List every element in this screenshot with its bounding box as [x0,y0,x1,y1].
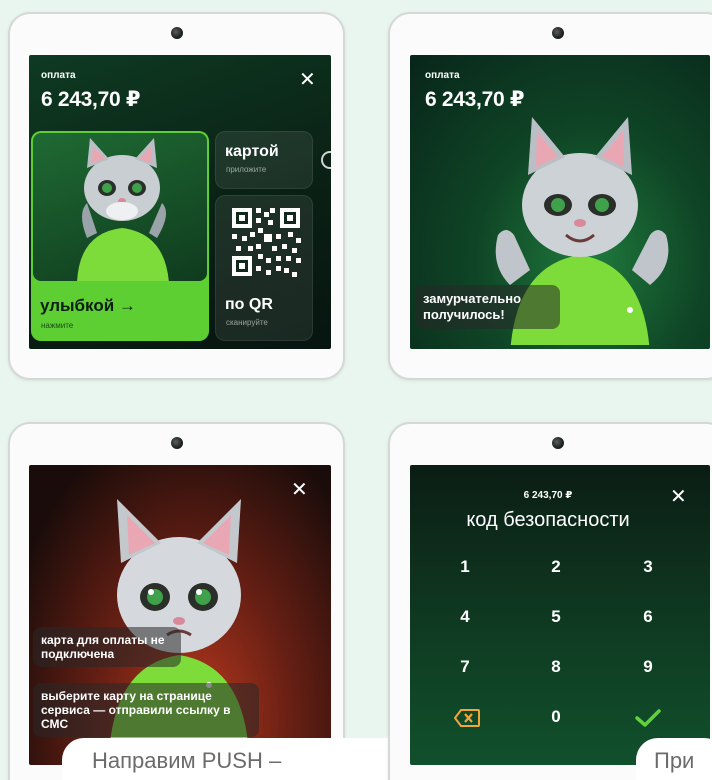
smile-preview [33,133,207,281]
key-9[interactable]: 9 [628,657,668,677]
key-2[interactable]: 2 [536,557,576,577]
pin-amount: 6 243,70 ₽ [523,490,573,501]
camera-icon [552,27,564,39]
screen-card-not-linked: ✕ карта для оплаты не подключена выберит… [29,465,331,765]
key-1[interactable]: 1 [445,557,485,577]
pay-by-qr-button[interactable]: по QR сканируйте [215,195,313,341]
delete-key-icon[interactable] [454,709,480,727]
terminal-device-payment-options: оплата 6 243,70 ₽ ✕ улыбкой → нажмите ка… [8,12,345,380]
pay-label: оплата [41,70,76,81]
close-icon[interactable]: ✕ [670,486,687,506]
camera-icon [552,437,564,449]
caption-text-right: При [654,748,695,773]
pin-title: код безопасности [466,509,630,531]
push-caption-bubble: Направим PUSH – [62,738,432,780]
pay-by-smile-button[interactable]: улыбкой → нажмите [31,131,209,341]
qr-title: по QR [225,296,273,313]
terminal-device-pin: 6 243,70 ₽ ✕ код безопасности 1 2 3 4 5 … [388,422,712,780]
key-0[interactable]: 0 [536,707,576,727]
card-title: картой [225,143,279,160]
camera-icon [170,27,183,39]
cat-mascot-icon [77,138,169,281]
key-8[interactable]: 8 [536,657,576,677]
screen-payment-options: оплата 6 243,70 ₽ ✕ улыбкой → нажмите ка… [29,55,331,349]
contactless-icon [321,151,331,169]
card-subtitle: приложите [226,165,267,174]
card-not-linked-message: карта для оплаты не подключена [33,627,181,667]
terminal-device-success: оплата 6 243,70 ₽ замурчательно получило… [388,12,712,380]
terminal-device-no-card: ✕ карта для оплаты не подключена выберит… [8,422,432,780]
qr-code-icon [232,208,301,277]
key-6[interactable]: 6 [628,607,668,627]
screen-payment-success: оплата 6 243,70 ₽ замурчательно получило… [410,55,710,349]
qr-subtitle: сканируйте [226,318,268,327]
push-caption-text: Направим PUSH – [92,748,282,773]
smile-subtitle: нажмите [41,321,74,330]
success-message: замурчательно получилось! [415,285,560,329]
key-7[interactable]: 7 [445,657,485,677]
close-icon[interactable]: ✕ [291,479,308,499]
camera-icon [170,437,183,449]
key-3[interactable]: 3 [628,557,668,577]
close-icon[interactable]: ✕ [299,69,316,89]
key-4[interactable]: 4 [445,607,485,627]
smile-title: улыбкой → [40,296,136,315]
confirm-check-icon[interactable] [635,708,661,728]
payment-amount: 6 243,70 ₽ [41,88,141,111]
select-card-message: выберите карту на странице сервиса — отп… [33,683,259,737]
pay-label: оплата [425,70,460,81]
screen-security-code: 6 243,70 ₽ ✕ код безопасности 1 2 3 4 5 … [410,465,710,765]
pay-by-card-button[interactable]: картой приложите [215,131,313,189]
key-5[interactable]: 5 [536,607,576,627]
caption-bubble-right: При [636,738,712,780]
